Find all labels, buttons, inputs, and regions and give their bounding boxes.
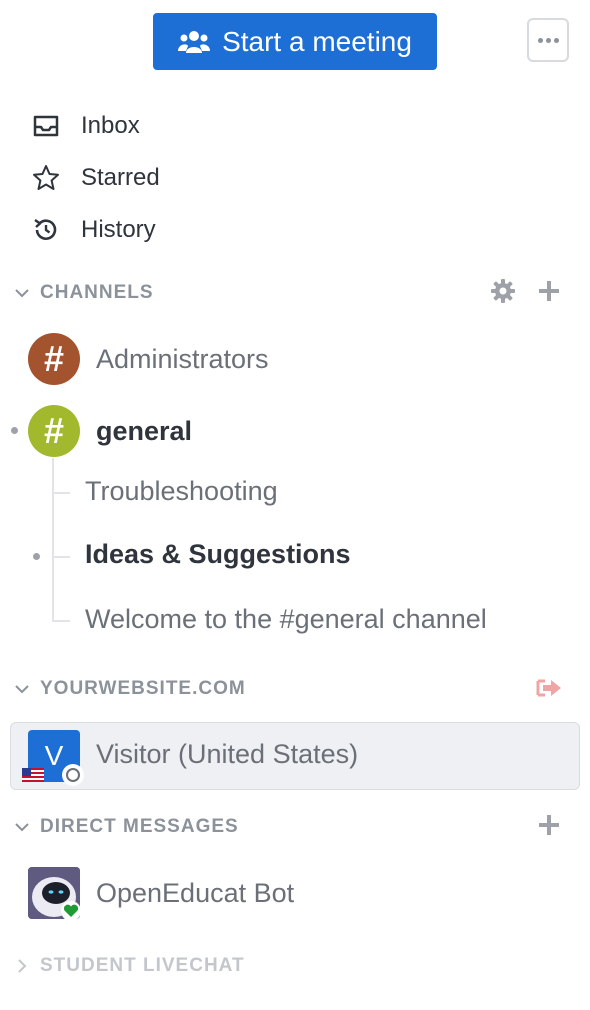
online-status-icon: [61, 901, 80, 919]
website-section-header[interactable]: YOURWEBSITE.COM: [12, 674, 246, 704]
users-icon: [178, 29, 211, 55]
room-name: OpenEducat Bot: [96, 877, 295, 908]
channels-section-header[interactable]: CHANNELS: [12, 278, 154, 308]
inbox-icon: [30, 110, 62, 142]
chevron-right-icon: [12, 956, 32, 976]
unread-dot: [11, 427, 18, 434]
room-general[interactable]: # general: [28, 405, 192, 457]
offline-status-icon: [62, 764, 84, 786]
add-direct-message-button[interactable]: [537, 813, 561, 842]
kebab-dot: [545, 37, 551, 43]
add-channel-button[interactable]: [537, 279, 561, 308]
thread-ideas-suggestions[interactable]: Ideas & Suggestions: [85, 539, 351, 570]
room-name: Administrators: [96, 343, 269, 374]
section-title: YOURWEBSITE.COM: [40, 678, 246, 699]
thread-welcome[interactable]: Welcome to the #general channel: [85, 604, 487, 635]
nav-item-history[interactable]: History: [30, 208, 156, 252]
leave-section-button[interactable]: [535, 677, 563, 703]
nav-item-starred[interactable]: Starred: [30, 156, 160, 200]
nav-item-inbox[interactable]: Inbox: [30, 104, 140, 148]
chevron-down-icon: [12, 679, 32, 699]
sign-out-icon: [535, 677, 563, 704]
plus-icon: [537, 279, 561, 308]
section-title: DIRECT MESSAGES: [40, 816, 239, 837]
room-name: Visitor (United States): [96, 739, 359, 769]
plus-icon: [537, 813, 561, 842]
kebab-dot: [537, 37, 543, 43]
us-flag-icon: [22, 768, 44, 787]
history-icon: [30, 214, 62, 246]
chevron-down-icon: [12, 283, 32, 303]
thread-connector: [52, 620, 70, 622]
section-title: CHANNELS: [40, 282, 154, 303]
start-meeting-label: Start a meeting: [222, 25, 412, 57]
room-visitor[interactable]: V Visitor (United States): [10, 722, 580, 790]
nav-item-label: Starred: [81, 164, 160, 191]
room-name: general: [96, 415, 193, 446]
room-administrators[interactable]: # Administrators: [28, 333, 269, 385]
more-options-button[interactable]: [527, 18, 569, 62]
unread-dot: [33, 553, 40, 560]
start-meeting-button[interactable]: Start a meeting: [153, 13, 437, 70]
student-livechat-section-header[interactable]: STUDENT LIVECHAT: [12, 951, 245, 981]
thread-troubleshooting[interactable]: Troubleshooting: [85, 476, 278, 507]
bot-avatar: [28, 867, 80, 919]
chevron-down-icon: [12, 817, 32, 837]
kebab-dot: [553, 37, 559, 43]
nav-item-label: Inbox: [81, 112, 140, 139]
direct-messages-section-header[interactable]: DIRECT MESSAGES: [12, 812, 239, 842]
gear-icon: [490, 278, 516, 309]
channel-avatar: #: [28, 333, 80, 385]
thread-connector: [52, 556, 70, 558]
star-icon: [30, 162, 62, 194]
thread-connector: [52, 458, 54, 622]
dm-openeducat-bot[interactable]: OpenEducat Bot: [28, 867, 294, 919]
channel-settings-button[interactable]: [490, 278, 516, 309]
section-title: STUDENT LIVECHAT: [40, 955, 245, 976]
thread-connector: [52, 492, 70, 494]
nav-item-label: History: [81, 216, 156, 243]
channel-avatar: #: [28, 405, 80, 457]
